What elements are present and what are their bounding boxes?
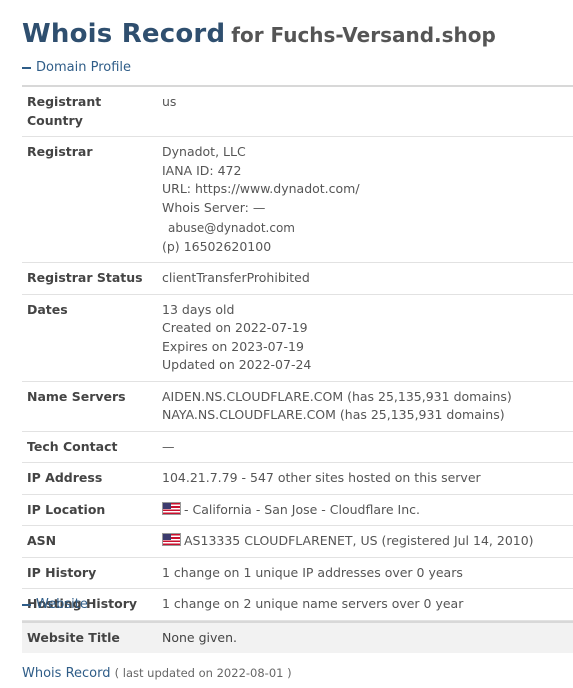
website-table: Website Title None given. bbox=[22, 621, 573, 653]
name-servers-label: Name Servers bbox=[22, 381, 157, 432]
table-row: Name Servers AIDEN.NS.CLOUDFLARE.COM (ha… bbox=[22, 381, 573, 432]
us-flag-icon bbox=[162, 501, 181, 515]
domain-profile-toggle[interactable]: Domain Profile bbox=[22, 60, 131, 75]
name-servers-value: AIDEN.NS.CLOUDFLARE.COM (has 25,135,931 … bbox=[157, 381, 573, 432]
asn-cell: AS13335 CLOUDFLARENET, US (registered Ju… bbox=[157, 525, 573, 558]
table-row: IP Address 104.21.7.79 - 547 other sites… bbox=[22, 462, 573, 495]
asn-label: ASN bbox=[22, 525, 157, 558]
table-row: Hosting History 1 change on 2 unique nam… bbox=[22, 588, 573, 621]
ip-address-label: IP Address bbox=[22, 462, 157, 495]
name-server-2: NAYA.NS.CLOUDFLARE.COM (has 25,135,931 d… bbox=[162, 407, 505, 422]
phone-icon: (p) bbox=[162, 238, 180, 254]
tech-contact-value: — bbox=[157, 431, 573, 463]
ip-address-value: 104.21.7.79 - 547 other sites hosted on … bbox=[157, 462, 573, 495]
asn-value: AS13335 CLOUDFLARENET, US (registered Ju… bbox=[184, 533, 534, 548]
hosting-history-value: 1 change on 2 unique name servers over 0… bbox=[157, 588, 573, 621]
table-row: ASN AS13335 CLOUDFLARENET, US (registere… bbox=[22, 525, 573, 558]
expires-date: Expires on 2023-07-19 bbox=[162, 338, 304, 354]
registrar-name: Dynadot, LLC bbox=[162, 144, 246, 159]
updated-date: Updated on 2022-07-24 bbox=[162, 357, 312, 372]
registrar-status-label: Registrar Status bbox=[22, 262, 157, 295]
registrar-phone: 16502620100 bbox=[183, 238, 272, 254]
ip-history-value: 1 change on 1 unique IP addresses over 0… bbox=[157, 557, 573, 589]
website-toggle[interactable]: Website bbox=[22, 597, 88, 612]
domain-profile-table: Registrant Country us Registrar Dynadot,… bbox=[22, 85, 573, 621]
last-updated: ( last updated on 2022-08-01 ) bbox=[114, 666, 292, 680]
registrant-country-label: Registrant Country bbox=[22, 85, 157, 137]
registrar-whois-server: Whois Server: — bbox=[162, 199, 266, 215]
website-heading: Website bbox=[36, 597, 88, 612]
registrar-status-value: clientTransferProhibited bbox=[157, 262, 573, 295]
table-row: Registrar Status clientTransferProhibite… bbox=[22, 262, 573, 295]
dates-value: 13 days old Created on 2022-07-19 Expire… bbox=[157, 294, 573, 382]
ip-history-label: IP History bbox=[22, 557, 157, 589]
created-date: Created on 2022-07-19 bbox=[162, 320, 308, 335]
page-title-domain: for Fuchs-Versand.shop bbox=[231, 23, 496, 47]
ip-location-label: IP Location bbox=[22, 494, 157, 526]
collapse-icon bbox=[22, 67, 31, 69]
page-title: Whois Record for Fuchs-Versand.shop bbox=[22, 12, 496, 50]
registrar-value: Dynadot, LLC IANA ID: 472 URL: https://w… bbox=[157, 136, 573, 263]
table-row: Website Title None given. bbox=[22, 621, 573, 653]
website-title-value: None given. bbox=[157, 621, 573, 653]
registrar-label: Registrar bbox=[22, 136, 157, 263]
table-row: IP Location - California - San Jose - Cl… bbox=[22, 494, 573, 526]
ip-location-cell: - California - San Jose - Cloudflare Inc… bbox=[157, 494, 573, 526]
registrant-country-value: us bbox=[157, 85, 573, 137]
us-flag-icon bbox=[162, 533, 181, 546]
registrar-iana: IANA ID: 472 bbox=[162, 162, 242, 178]
table-row: Registrar Dynadot, LLC IANA ID: 472 URL:… bbox=[22, 136, 573, 263]
name-server-1: AIDEN.NS.CLOUDFLARE.COM (has 25,135,931 … bbox=[162, 388, 512, 404]
page-title-main: Whois Record bbox=[22, 19, 226, 49]
registrar-email: abuse@dynadot.com bbox=[168, 221, 295, 235]
footer: Whois Record ( last updated on 2022-08-0… bbox=[22, 666, 292, 681]
domain-profile-heading: Domain Profile bbox=[36, 60, 131, 75]
website-title-label: Website Title bbox=[22, 621, 157, 653]
ip-location-value: - California - San Jose - Cloudflare Inc… bbox=[184, 501, 421, 517]
registrar-url: URL: https://www.dynadot.com/ bbox=[162, 181, 360, 196]
whois-record-link[interactable]: Whois Record bbox=[22, 666, 110, 681]
registrar-phone-line: (p) 16502620100 bbox=[162, 238, 569, 257]
table-row: Dates 13 days old Created on 2022-07-19 … bbox=[22, 294, 573, 382]
collapse-icon bbox=[22, 604, 31, 606]
domain-age: 13 days old bbox=[162, 301, 235, 317]
table-row: Tech Contact — bbox=[22, 431, 573, 463]
table-row: IP History 1 change on 1 unique IP addre… bbox=[22, 557, 573, 589]
table-row: Registrant Country us bbox=[22, 85, 573, 137]
dates-label: Dates bbox=[22, 294, 157, 382]
tech-contact-label: Tech Contact bbox=[22, 431, 157, 463]
